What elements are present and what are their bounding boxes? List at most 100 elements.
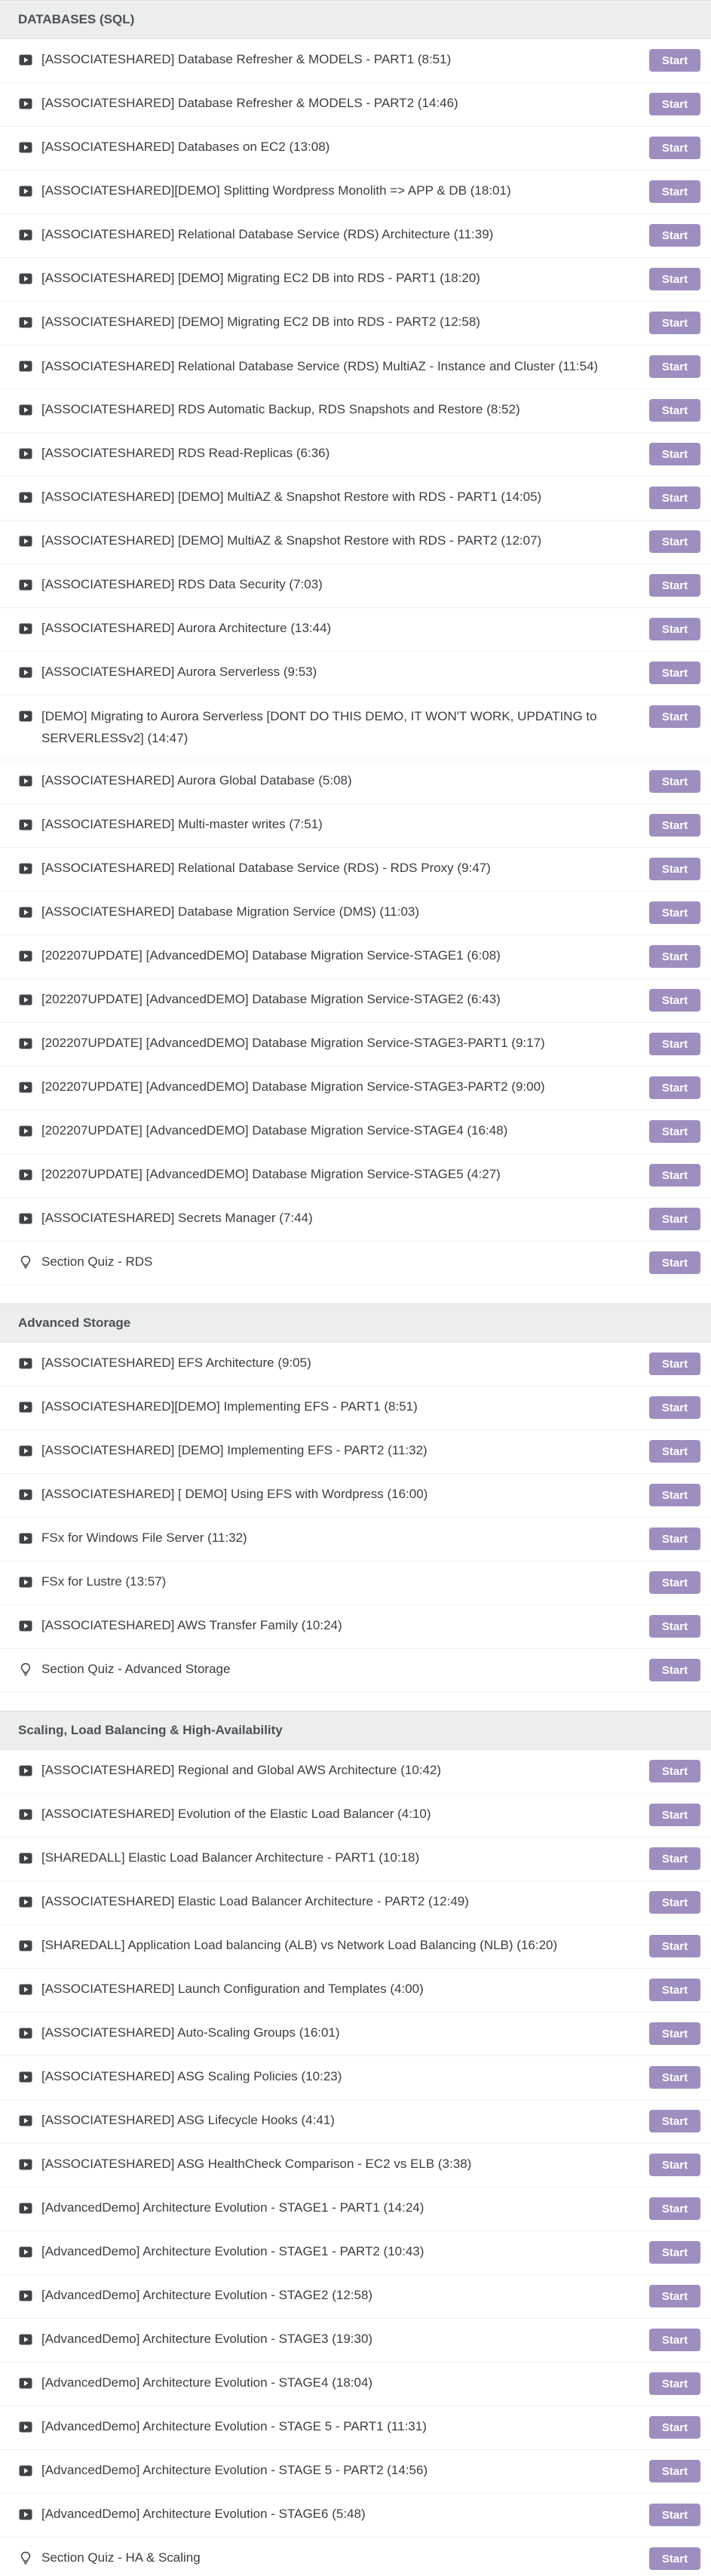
lecture-item[interactable]: Section Quiz - Advanced Storage Start (0, 1649, 711, 1693)
start-button[interactable]: Start (649, 180, 700, 203)
start-button[interactable]: Start (649, 487, 700, 509)
start-button[interactable]: Start (649, 2416, 700, 2439)
lecture-item[interactable]: [202207UPDATE] [AdvancedDEMO] Database M… (0, 1023, 711, 1067)
lecture-title[interactable]: [ASSOCIATESHARED] Relational Database Se… (41, 355, 649, 377)
lecture-item[interactable]: [ASSOCIATESHARED] RDS Data Security (7:0… (0, 564, 711, 608)
lecture-title[interactable]: [ASSOCIATESHARED] Elastic Load Balancer … (41, 1891, 649, 1912)
lecture-item[interactable]: [ASSOCIATESHARED][DEMO] Splitting Wordpr… (0, 170, 711, 214)
start-button[interactable]: Start (649, 1440, 700, 1463)
start-button[interactable]: Start (649, 1120, 700, 1143)
lecture-title[interactable]: [ASSOCIATESHARED] ASG Lifecycle Hooks (4… (41, 2110, 649, 2131)
lecture-title[interactable]: [ASSOCIATESHARED] Secrets Manager (7:44) (41, 1208, 649, 1229)
lecture-title[interactable]: [ASSOCIATESHARED] RDS Data Security (7:0… (41, 574, 649, 595)
start-button[interactable]: Start (649, 1033, 700, 1055)
lecture-item[interactable]: [AdvancedDemo] Architecture Evolution - … (0, 2363, 711, 2406)
lecture-item[interactable]: [ASSOCIATESHARED] [DEMO] MultiAZ & Snaps… (0, 520, 711, 564)
lecture-item[interactable]: [ASSOCIATESHARED][DEMO] Implementing EFS… (0, 1386, 711, 1430)
lecture-title[interactable]: [DEMO] Migrating to Aurora Serverless [D… (41, 705, 649, 749)
lecture-title[interactable]: [ASSOCIATESHARED] Database Refresher & M… (41, 49, 649, 70)
lecture-item[interactable]: [AdvancedDemo] Architecture Evolution - … (0, 2450, 711, 2494)
lecture-item[interactable]: [202207UPDATE] [AdvancedDEMO] Database M… (0, 979, 711, 1023)
lecture-item[interactable]: [ASSOCIATESHARED] Aurora Architecture (1… (0, 608, 711, 652)
start-button[interactable]: Start (649, 137, 700, 159)
start-button[interactable]: Start (649, 1891, 700, 1914)
lecture-item[interactable]: [ASSOCIATESHARED] Database Refresher & M… (0, 39, 711, 83)
start-button[interactable]: Start (649, 1396, 700, 1419)
start-button[interactable]: Start (649, 1659, 700, 1681)
lecture-title[interactable]: [ASSOCIATESHARED] Relational Database Se… (41, 858, 649, 879)
lecture-title[interactable]: [AdvancedDemo] Architecture Evolution - … (41, 2460, 649, 2481)
lecture-item[interactable]: [ASSOCIATESHARED] Launch Configuration a… (0, 1969, 711, 2013)
lecture-item[interactable]: [ASSOCIATESHARED] Aurora Serverless (9:5… (0, 652, 711, 695)
start-button[interactable]: Start (649, 1251, 700, 1274)
start-button[interactable]: Start (649, 2504, 700, 2526)
start-button[interactable]: Start (649, 49, 700, 72)
lecture-title[interactable]: [ASSOCIATESHARED] [DEMO] Implementing EF… (41, 1440, 649, 1461)
start-button[interactable]: Start (649, 2285, 700, 2307)
lecture-title[interactable]: FSx for Lustre (13:57) (41, 1571, 649, 1592)
lecture-item[interactable]: [ASSOCIATESHARED] RDS Automatic Backup, … (0, 389, 711, 433)
lecture-item[interactable]: [AdvancedDemo] Architecture Evolution - … (0, 2188, 711, 2231)
lecture-title[interactable]: [ASSOCIATESHARED] ASG HealthCheck Compar… (41, 2154, 649, 2175)
lecture-title[interactable]: [ASSOCIATESHARED][DEMO] Splitting Wordpr… (41, 180, 649, 201)
lecture-title[interactable]: [202207UPDATE] [AdvancedDEMO] Database M… (41, 1033, 649, 1054)
start-button[interactable]: Start (649, 814, 700, 837)
lecture-title[interactable]: [ASSOCIATESHARED] Aurora Architecture (1… (41, 618, 649, 639)
lecture-title[interactable]: [ASSOCIATESHARED] Aurora Serverless (9:5… (41, 662, 649, 683)
lecture-item[interactable]: FSx for Lustre (13:57) Start (0, 1561, 711, 1605)
start-button[interactable]: Start (649, 945, 700, 968)
start-button[interactable]: Start (649, 574, 700, 597)
lecture-item[interactable]: Section Quiz - RDS Start (0, 1242, 711, 1285)
lecture-title[interactable]: [AdvancedDemo] Architecture Evolution - … (41, 2285, 649, 2306)
start-button[interactable]: Start (649, 1760, 700, 1782)
start-button[interactable]: Start (649, 355, 700, 378)
start-button[interactable]: Start (649, 1527, 700, 1550)
lecture-item[interactable]: [ASSOCIATESHARED] Auto-Scaling Groups (1… (0, 2013, 711, 2056)
lecture-title[interactable]: [ASSOCIATESHARED][DEMO] Implementing EFS… (41, 1396, 649, 1417)
lecture-item[interactable]: [AdvancedDemo] Architecture Evolution - … (0, 2406, 711, 2450)
lecture-title[interactable]: [ASSOCIATESHARED] [ DEMO] Using EFS with… (41, 1484, 649, 1505)
lecture-title[interactable]: [202207UPDATE] [AdvancedDEMO] Database M… (41, 945, 649, 966)
lecture-item[interactable]: [ASSOCIATESHARED] ASG Scaling Policies (… (0, 2056, 711, 2100)
start-button[interactable]: Start (649, 2241, 700, 2264)
lecture-title[interactable]: [ASSOCIATESHARED] RDS Automatic Backup, … (41, 399, 649, 420)
lecture-item[interactable]: [AdvancedDemo] Architecture Evolution - … (0, 2494, 711, 2538)
start-button[interactable]: Start (649, 312, 700, 334)
lecture-item[interactable]: [AdvancedDemo] Architecture Evolution - … (0, 2231, 711, 2275)
start-button[interactable]: Start (649, 901, 700, 924)
lecture-title[interactable]: [AdvancedDemo] Architecture Evolution - … (41, 2504, 649, 2525)
lecture-item[interactable]: [202207UPDATE] [AdvancedDEMO] Database M… (0, 1154, 711, 1198)
lecture-item[interactable]: [AdvancedDemo] Architecture Evolution - … (0, 2275, 711, 2319)
start-button[interactable]: Start (649, 1847, 700, 1870)
lecture-title[interactable]: [ASSOCIATESHARED] Database Refresher & M… (41, 93, 649, 114)
lecture-title[interactable]: [ASSOCIATESHARED] Evolution of the Elast… (41, 1804, 649, 1825)
start-button[interactable]: Start (649, 2372, 700, 2395)
lecture-item[interactable]: [SHAREDALL] Elastic Load Balancer Archit… (0, 1838, 711, 1881)
lecture-title[interactable]: [ASSOCIATESHARED] AWS Transfer Family (1… (41, 1615, 649, 1636)
start-button[interactable]: Start (649, 399, 700, 422)
lecture-title[interactable]: [ASSOCIATESHARED] Database Migration Ser… (41, 901, 649, 923)
lecture-item[interactable]: [ASSOCIATESHARED] Multi-master writes (7… (0, 804, 711, 848)
start-button[interactable]: Start (649, 1352, 700, 1375)
lecture-item[interactable]: [AdvancedDemo] Architecture Evolution - … (0, 2319, 711, 2363)
lecture-title[interactable]: [ASSOCIATESHARED] [DEMO] MultiAZ & Snaps… (41, 530, 649, 551)
start-button[interactable]: Start (649, 1979, 700, 2001)
lecture-title[interactable]: Section Quiz - HA & Scaling (41, 2547, 649, 2568)
start-button[interactable]: Start (649, 2110, 700, 2132)
start-button[interactable]: Start (649, 2460, 700, 2482)
lecture-item[interactable]: FSx for Windows File Server (11:32) Start (0, 1518, 711, 1561)
start-button[interactable]: Start (649, 662, 700, 684)
lecture-title[interactable]: [ASSOCIATESHARED] Regional and Global AW… (41, 1760, 649, 1781)
start-button[interactable]: Start (649, 1804, 700, 1826)
lecture-item[interactable]: [202207UPDATE] [AdvancedDEMO] Database M… (0, 935, 711, 979)
start-button[interactable]: Start (649, 1484, 700, 1506)
lecture-title[interactable]: [AdvancedDemo] Architecture Evolution - … (41, 2416, 649, 2437)
lecture-title[interactable]: [202207UPDATE] [AdvancedDEMO] Database M… (41, 1120, 649, 1141)
lecture-title[interactable]: [AdvancedDemo] Architecture Evolution - … (41, 2372, 649, 2393)
start-button[interactable]: Start (649, 1615, 700, 1638)
lecture-item[interactable]: [ASSOCIATESHARED] AWS Transfer Family (1… (0, 1605, 711, 1649)
start-button[interactable]: Start (649, 705, 700, 728)
lecture-title[interactable]: [AdvancedDemo] Architecture Evolution - … (41, 2241, 649, 2262)
lecture-title[interactable]: [SHAREDALL] Elastic Load Balancer Archit… (41, 1847, 649, 1868)
start-button[interactable]: Start (649, 858, 700, 880)
